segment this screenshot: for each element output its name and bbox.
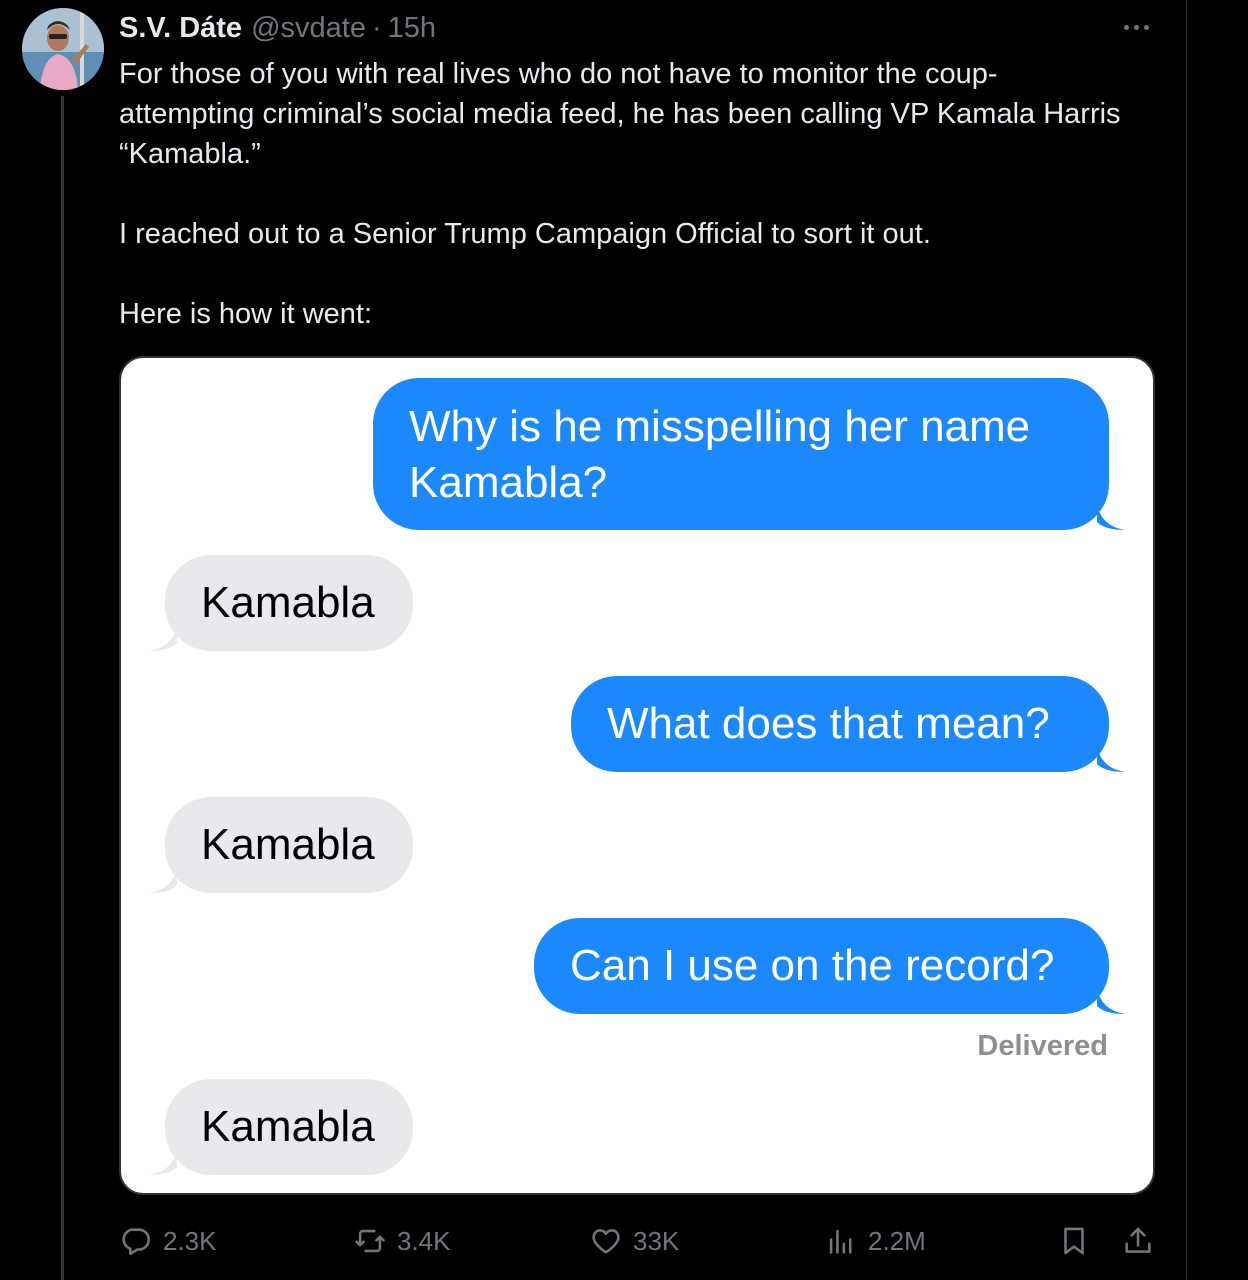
more-horizontal-icon[interactable]	[1118, 16, 1154, 38]
more-dot	[1133, 24, 1139, 30]
message-text: Kamabla	[201, 1102, 375, 1151]
reply-count: 2.3K	[163, 1225, 217, 1256]
tweet-paragraph: Here is how it went:	[119, 298, 373, 330]
bubble-tail	[149, 625, 177, 651]
bubble-tail	[149, 867, 177, 893]
timeline-border	[1186, 0, 1187, 1280]
message-text: Kamabla	[201, 578, 375, 627]
message-text: What does that mean?	[607, 699, 1050, 748]
message-bubble-sent: What does that mean?	[571, 676, 1125, 772]
bookmark-icon	[1064, 1227, 1084, 1255]
tweet-timestamp[interactable]: 15h	[388, 12, 436, 45]
bubble-tail	[149, 1149, 177, 1175]
tweet-header: S.V. Dáte @svdate · 15h	[119, 10, 436, 46]
message-text: Can I use on the record?	[570, 941, 1055, 990]
tweet-text: For those of you with real lives who do …	[119, 54, 1129, 334]
reply-button[interactable]: 2.3K	[119, 1220, 217, 1262]
message-bubble-sent: Why is he misspelling her name Kamabla?	[373, 378, 1125, 530]
avatar-photo	[22, 8, 104, 90]
share-icon	[1125, 1227, 1151, 1253]
message-bubble-sent: Can I use on the record?	[534, 918, 1125, 1014]
views-count: 2.2M	[868, 1225, 926, 1256]
delivered-status: Delivered	[977, 1030, 1108, 1062]
more-dot	[1143, 24, 1149, 30]
message-bubble-received: Kamabla	[149, 1079, 413, 1175]
bubble-tail	[1097, 746, 1125, 772]
author-name[interactable]: S.V. Dáte	[119, 12, 242, 45]
share-button[interactable]	[1121, 1220, 1155, 1262]
message-text: Kamabla	[201, 820, 375, 869]
attached-image[interactable]: Why is he misspelling her name Kamabla? …	[119, 356, 1155, 1195]
tweet-paragraph: For those of you with real lives who do …	[119, 58, 1121, 170]
more-dot	[1123, 24, 1129, 30]
tweet-paragraph: I reached out to a Senior Trump Campaign…	[119, 218, 931, 250]
views-button[interactable]: 2.2M	[824, 1220, 926, 1262]
repost-count: 3.4K	[397, 1225, 451, 1256]
reply-icon	[122, 1228, 151, 1256]
views-icon	[829, 1229, 852, 1254]
repost-icon	[355, 1229, 385, 1253]
like-icon	[592, 1229, 620, 1254]
tweet-actions: 2.3K 3.4K 33K 2.2M	[119, 1220, 1155, 1262]
message-text: Kamabla?	[409, 458, 608, 507]
bookmark-button[interactable]	[1057, 1220, 1091, 1262]
bubble-tail	[1097, 988, 1125, 1014]
like-count: 33K	[633, 1225, 680, 1256]
message-bubble-received: Kamabla	[149, 797, 413, 893]
author-handle[interactable]: @svdate	[251, 12, 366, 45]
header-separator: ·	[371, 11, 382, 44]
avatar[interactable]	[22, 8, 104, 90]
message-bubble-received: Kamabla	[149, 555, 413, 651]
like-button[interactable]: 33K	[589, 1220, 679, 1262]
thread-connector-line	[61, 96, 64, 1280]
bubble-tail	[1097, 504, 1125, 530]
message-text: Why is he misspelling her name	[409, 402, 1031, 451]
repost-button[interactable]: 3.4K	[353, 1220, 451, 1262]
